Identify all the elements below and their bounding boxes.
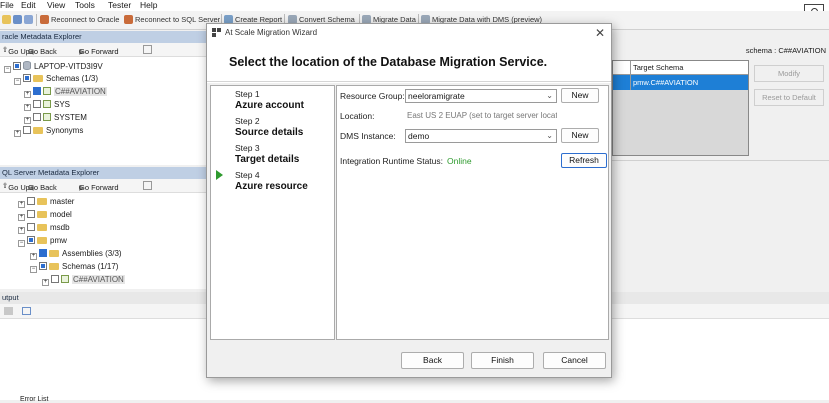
tree-node-schemas[interactable]: −Schemas (1/3) — [14, 74, 98, 85]
oracle-panel-title: racle Metadata Explorer — [0, 31, 206, 43]
integration-runtime-label: Integration Runtime Status: — [340, 156, 443, 166]
resource-group-select[interactable]: neeloramigrate⌄ — [405, 89, 557, 103]
menu-bar: File Edit View Tools Tester Help — [0, 0, 829, 11]
new-dms-instance-button[interactable]: New — [561, 128, 599, 143]
plug-icon — [124, 15, 133, 24]
step-1-name[interactable]: Azure account — [235, 100, 304, 111]
folder-icon — [37, 224, 47, 231]
server-icon — [23, 61, 31, 70]
resource-group-label: Resource Group: — [340, 91, 405, 101]
step-2-name[interactable]: Source details — [235, 127, 303, 138]
tree-node-schema-aviation[interactable]: +C##AVIATION — [24, 87, 107, 98]
dialog-body: Step 1 Azure account Step 2 Source detai… — [207, 83, 611, 345]
tree-node-synonyms[interactable]: +Synonyms — [14, 126, 83, 137]
app-icon — [212, 28, 221, 37]
chevron-down-icon: ⌄ — [546, 130, 553, 142]
schema-label: schema : C##AVIATION — [612, 46, 829, 58]
location-label: Location: — [340, 111, 375, 121]
open-icon[interactable] — [2, 15, 13, 24]
folder-icon — [37, 198, 47, 205]
sql-nav-bar: ⇧ Go Up ◀ Go Back ▶ Go Forward — [0, 179, 206, 193]
finish-button[interactable]: Finish — [471, 352, 534, 369]
tree-node-schemas[interactable]: −Schemas (1/17) — [30, 262, 118, 273]
menu-tools[interactable]: Tools — [75, 0, 95, 10]
step-2-label: Step 2 — [235, 116, 260, 126]
go-up-button[interactable]: ⇧ Go Up — [2, 181, 8, 190]
grid-header-target-schema: Target Schema — [613, 61, 748, 75]
menu-tester[interactable]: Tester — [108, 0, 131, 10]
migration-wizard-dialog: At Scale Migration Wizard ✕ Select the l… — [206, 23, 612, 378]
schema-icon — [61, 275, 69, 283]
wrap-icon[interactable] — [22, 307, 31, 315]
save-all-icon[interactable] — [24, 15, 35, 24]
integration-runtime-status: Online — [447, 156, 472, 166]
dms-location-form: Resource Group: neeloramigrate⌄ New Loca… — [336, 85, 609, 340]
menu-edit[interactable]: Edit — [21, 0, 36, 10]
oracle-nav-bar: ⇧ Go Up ◀ Go Back ▶ Go Forward — [0, 43, 206, 57]
go-up-button[interactable]: ⇧ Go Up — [2, 45, 8, 54]
chevron-down-icon: ⌄ — [546, 90, 553, 102]
location-value: East US 2 EUAP (set to target server loc… — [407, 111, 557, 120]
sql-panel-title: QL Server Metadata Explorer — [0, 167, 206, 179]
schema-icon — [43, 87, 51, 95]
schema-icon — [43, 113, 51, 121]
schema-icon — [43, 100, 51, 108]
cancel-button[interactable]: Cancel — [543, 352, 606, 369]
dialog-title-bar: At Scale Migration Wizard ✕ — [207, 24, 611, 42]
grid-row-selected[interactable]: pmw.C##AVIATION — [613, 75, 748, 90]
new-resource-group-button[interactable]: New — [561, 88, 599, 103]
menu-help[interactable]: Help — [140, 0, 157, 10]
folder-icon — [33, 127, 43, 134]
modify-button[interactable]: Modify — [754, 65, 824, 82]
sql-metadata-explorer: QL Server Metadata Explorer ⇧ Go Up ◀ Go… — [0, 167, 206, 289]
options-icon[interactable] — [143, 45, 152, 54]
step-1-label: Step 1 — [235, 89, 260, 99]
refresh-button[interactable]: Refresh — [561, 153, 607, 168]
clear-icon[interactable] — [4, 307, 13, 315]
close-icon[interactable]: ✕ — [595, 26, 605, 40]
back-button[interactable]: Back — [401, 352, 464, 369]
schema-mapping-grid: Target Schema pmw.C##AVIATION — [612, 60, 749, 156]
dms-instance-select[interactable]: demo⌄ — [405, 129, 557, 143]
step-4-label: Step 4 — [235, 170, 260, 180]
dialog-heading: Select the location of the Database Migr… — [229, 55, 547, 69]
tree-node-schema-sys[interactable]: +SYS — [24, 100, 70, 111]
folder-icon — [37, 237, 47, 244]
menu-file[interactable]: File — [0, 0, 14, 10]
dialog-footer: Back Finish Cancel — [207, 345, 611, 377]
tree-node-assemblies[interactable]: +Assemblies (3/3) — [30, 249, 122, 260]
step-3-name[interactable]: Target details — [235, 154, 299, 165]
menu-view[interactable]: View — [47, 0, 65, 10]
save-icon[interactable] — [13, 15, 24, 24]
sql-tree: +master +model +msdb −pmw +Assemblies (3… — [0, 193, 206, 287]
folder-icon — [49, 263, 59, 270]
reset-to-default-button[interactable]: Reset to Default — [754, 89, 824, 106]
folder-icon — [37, 211, 47, 218]
options-icon[interactable] — [143, 181, 152, 190]
tree-node-db-pmw[interactable]: −pmw — [18, 236, 67, 247]
tree-node-db-master[interactable]: +master — [18, 197, 74, 208]
folder-icon — [49, 250, 59, 257]
step-3-label: Step 3 — [235, 143, 260, 153]
dialog-header: Select the location of the Database Migr… — [207, 42, 611, 82]
oracle-metadata-explorer: racle Metadata Explorer ⇧ Go Up ◀ Go Bac… — [0, 31, 206, 165]
plug-icon — [40, 15, 49, 24]
dialog-title: At Scale Migration Wizard — [225, 28, 317, 37]
current-step-arrow-icon — [216, 170, 223, 180]
oracle-tree: −LAPTOP-VITD3I9V −Schemas (1/3) +C##AVIA… — [0, 57, 206, 165]
tree-node-root[interactable]: −LAPTOP-VITD3I9V — [4, 61, 103, 73]
folder-icon — [33, 75, 43, 82]
dms-instance-label: DMS Instance: — [340, 131, 396, 141]
tree-node-schema-system[interactable]: +SYSTEM — [24, 113, 87, 124]
step-4-name[interactable]: Azure resource — [235, 181, 308, 192]
tree-node-db-model[interactable]: +model — [18, 210, 72, 221]
wizard-steps: Step 1 Azure account Step 2 Source detai… — [210, 85, 335, 340]
reconnect-oracle-button[interactable]: Reconnect to Oracle — [40, 15, 119, 24]
tree-node-db-msdb[interactable]: +msdb — [18, 223, 70, 234]
tree-node-schema-aviation[interactable]: +C##AVIATION — [42, 275, 125, 286]
